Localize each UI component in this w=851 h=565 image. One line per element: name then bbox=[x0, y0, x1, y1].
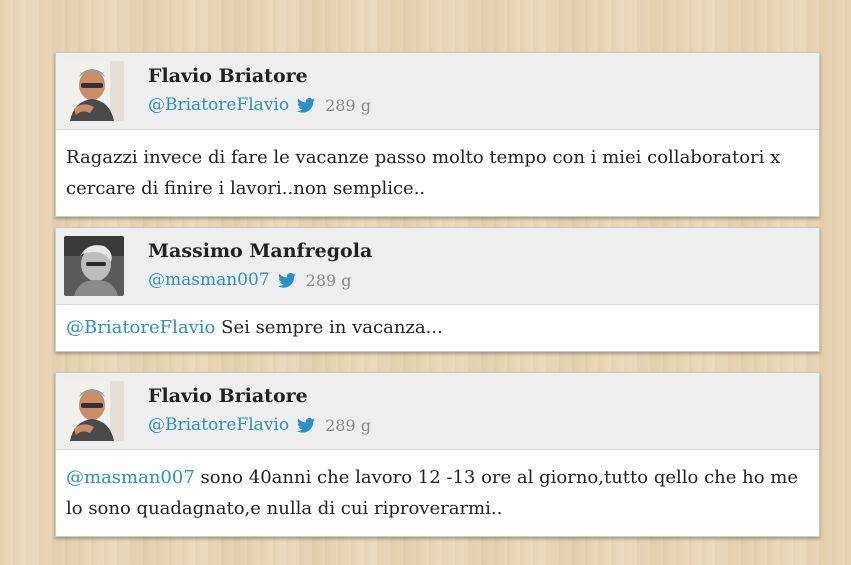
tweet-header: Massimo Manfregola @masman007 289 g bbox=[56, 228, 819, 305]
author-name[interactable]: Massimo Manfregola bbox=[148, 240, 372, 262]
tweet-text-content: Ragazzi invece di fare le vacanze passo … bbox=[66, 147, 781, 199]
twitter-bird-icon[interactable] bbox=[277, 272, 296, 288]
tweet-text: @BriatoreFlavio Sei sempre in vacanza... bbox=[56, 305, 819, 351]
author-name[interactable]: Flavio Briatore bbox=[148, 65, 308, 87]
tweet-time[interactable]: 289 g bbox=[306, 271, 352, 290]
tweet-card: Flavio Briatore @BriatoreFlavio 289 g Ra… bbox=[55, 52, 820, 217]
twitter-bird-icon[interactable] bbox=[297, 97, 316, 113]
author-handle[interactable]: @masman007 bbox=[148, 270, 270, 290]
tweet-header: Flavio Briatore @BriatoreFlavio 289 g bbox=[56, 373, 819, 450]
handle-row: @BriatoreFlavio 289 g bbox=[148, 95, 371, 115]
avatar[interactable] bbox=[64, 61, 124, 121]
tweet-text: Ragazzi invece di fare le vacanze passo … bbox=[56, 130, 819, 216]
tweet-card: Flavio Briatore @BriatoreFlavio 289 g @m… bbox=[55, 372, 820, 537]
mention-link[interactable]: @masman007 bbox=[66, 467, 195, 488]
tweet-text: @masman007 sono 40anni che lavoro 12 -13… bbox=[56, 450, 819, 536]
tweet-time[interactable]: 289 g bbox=[325, 416, 371, 435]
handle-row: @masman007 289 g bbox=[148, 270, 352, 290]
avatar[interactable] bbox=[64, 236, 124, 296]
author-name[interactable]: Flavio Briatore bbox=[148, 385, 308, 407]
handle-row: @BriatoreFlavio 289 g bbox=[148, 415, 371, 435]
tweet-text-content: Sei sempre in vacanza... bbox=[215, 317, 443, 338]
tweet-header: Flavio Briatore @BriatoreFlavio 289 g bbox=[56, 53, 819, 130]
twitter-bird-icon[interactable] bbox=[297, 417, 316, 433]
author-handle[interactable]: @BriatoreFlavio bbox=[148, 95, 289, 115]
mention-link[interactable]: @BriatoreFlavio bbox=[66, 317, 215, 338]
tweet-card: Massimo Manfregola @masman007 289 g @Bri… bbox=[55, 227, 820, 352]
author-handle[interactable]: @BriatoreFlavio bbox=[148, 415, 289, 435]
avatar[interactable] bbox=[64, 381, 124, 441]
tweet-time[interactable]: 289 g bbox=[325, 96, 371, 115]
